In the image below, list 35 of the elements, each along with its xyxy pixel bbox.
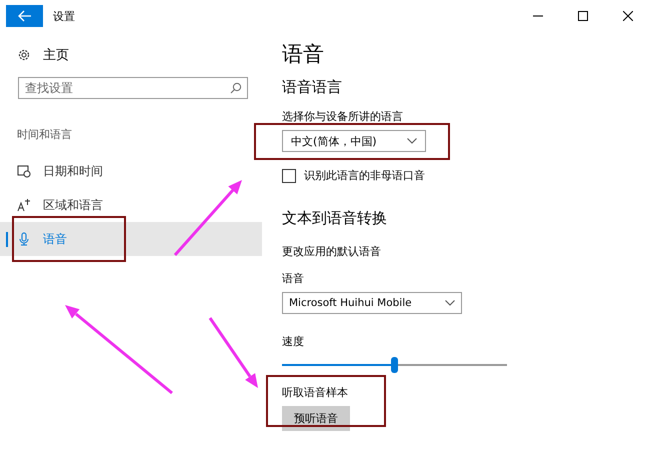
nav-item[interactable]: 语音 [0, 222, 150, 256]
field-label: 选择你与设备所讲的语言 [282, 109, 404, 124]
selection-indicator [6, 232, 8, 247]
window-title: 设置 [53, 8, 75, 24]
close-icon [623, 11, 633, 21]
search-icon [230, 82, 242, 94]
slider-thumb[interactable] [390, 357, 398, 373]
section-heading: 语音语言 [282, 78, 343, 97]
settings-icon [17, 48, 31, 62]
chevron-down-icon [407, 138, 417, 144]
calendar-clock-icon [17, 164, 31, 178]
minimize-icon [533, 15, 543, 17]
dropdown[interactable]: 中文(简体，中国) [282, 130, 426, 152]
chevron-down-icon [445, 300, 455, 306]
section-title: 时间和语言 [17, 127, 73, 142]
field-label: 听取语音样本 [282, 385, 349, 400]
letter-a-icon [17, 198, 31, 212]
slider[interactable] [282, 357, 507, 373]
dropdown[interactable]: Microsoft Huihui Mobile [282, 292, 462, 314]
nav-item[interactable]: 区域和语言 [0, 188, 150, 222]
search-field[interactable]: 查找设置 [18, 77, 248, 99]
page-title: 语音 [282, 41, 325, 68]
home-link[interactable]: 主页 [17, 44, 262, 66]
slider-label: 速度 [282, 334, 305, 349]
maximize-icon [578, 11, 588, 21]
checkbox-label: 识别此语言的非母语口音 [304, 168, 425, 183]
back-arrow-icon [18, 10, 32, 22]
section-heading: 文本到语音转换 [282, 209, 388, 228]
preview-button[interactable]: 预听语音 [282, 406, 350, 431]
description-text: 更改应用的默认语音 [282, 244, 382, 259]
nav-item[interactable]: 日期和时间 [0, 154, 150, 188]
microphone-icon [17, 232, 31, 246]
field-label: 语音 [282, 271, 305, 286]
checkbox[interactable] [282, 168, 296, 182]
back-button[interactable] [6, 5, 43, 27]
